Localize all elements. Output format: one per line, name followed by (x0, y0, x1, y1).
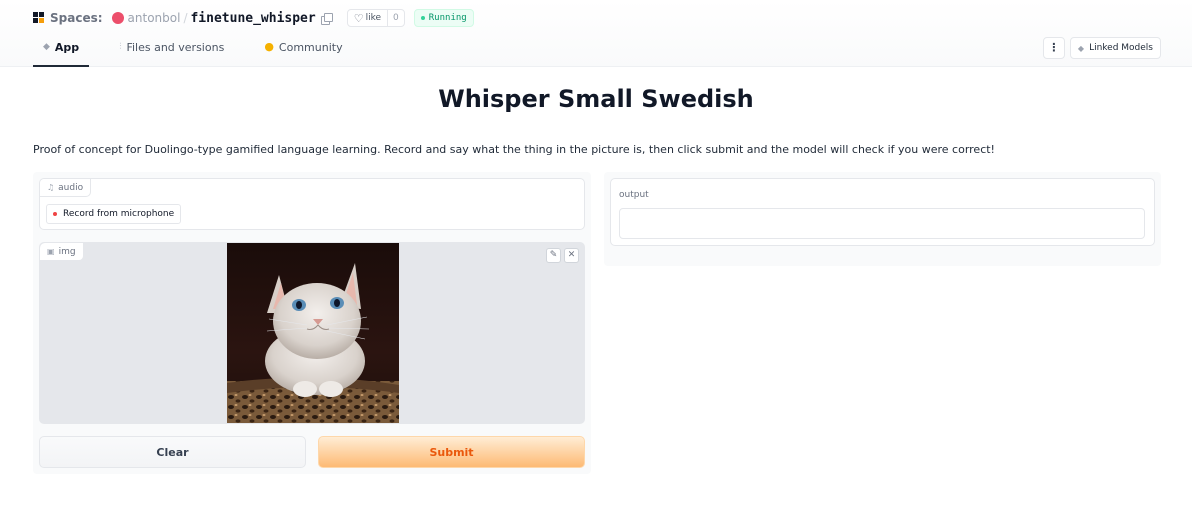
cube-icon: ◆ (43, 42, 50, 52)
like-count[interactable]: 0 (387, 10, 404, 26)
tab-app[interactable]: ◆ App (33, 38, 90, 67)
copy-icon[interactable] (320, 12, 333, 25)
status-dot-icon (420, 16, 425, 20)
clear-button[interactable]: Clear (39, 436, 306, 468)
space-tabs: ◆ App ⫶ Files and versions ● Community (33, 38, 373, 67)
page-title: Whisper Small Swedish (438, 85, 754, 113)
record-from-microphone-button[interactable]: Record from microphone (46, 204, 182, 224)
spaces-logo-icon (33, 12, 45, 24)
audio-label: ♫ audio (40, 179, 92, 197)
linked-models-button[interactable]: ◆ Linked Models (1069, 37, 1161, 59)
img-label: ▣ img (40, 243, 84, 261)
linked-models-label: Linked Models (1089, 43, 1153, 53)
owner-avatar[interactable] (111, 12, 124, 24)
audio-block: ♫ audio Record from microphone (39, 178, 585, 230)
owner-link[interactable]: antonbol (128, 11, 181, 25)
more-options-button[interactable]: ⋮ (1042, 37, 1065, 59)
audio-label-text: audio (58, 182, 84, 193)
status-badge: Running (413, 9, 474, 27)
edit-icon[interactable]: ✎ (546, 248, 561, 263)
like-button[interactable]: ♡ like 0 (346, 9, 405, 27)
output-panel: output (604, 172, 1161, 266)
tab-files-and-versions[interactable]: ⫶ Files and versions (109, 38, 234, 67)
output-block: output (610, 178, 1155, 246)
repo-name-link[interactable]: finetune_whisper (190, 11, 315, 26)
img-label-text: img (58, 246, 76, 257)
input-panel: ♫ audio Record from microphone ▣ img ✎ ✕… (33, 172, 591, 474)
image-icon: ▣ (47, 247, 55, 256)
header-actions: ⋮ ◆ Linked Models (1042, 37, 1161, 59)
files-icon: ⫶ (119, 42, 122, 52)
record-dot-icon (53, 212, 57, 216)
tab-community[interactable]: ● Community (254, 38, 352, 67)
heart-icon: ♡ (353, 11, 364, 25)
close-icon[interactable]: ✕ (564, 248, 579, 263)
output-textbox[interactable] (619, 208, 1145, 239)
submit-button[interactable]: Submit (318, 436, 585, 468)
music-note-icon: ♫ (47, 183, 55, 192)
app-description: Proof of concept for Duolingo-type gamif… (33, 143, 995, 156)
breadcrumb-separator: / (183, 11, 188, 25)
space-header: Spaces: antonbol / finetune_whisper ♡ li… (0, 0, 1192, 67)
like-label: like (365, 13, 382, 23)
status-text: Running (428, 13, 467, 23)
spaces-label[interactable]: Spaces: (50, 11, 103, 25)
community-icon: ● (264, 40, 274, 53)
tab-community-label: Community (278, 41, 343, 54)
tab-app-label: App (54, 41, 80, 54)
image-block: ▣ img ✎ ✕ (39, 242, 585, 424)
record-button-label: Record from microphone (63, 209, 175, 219)
output-label: output (619, 190, 649, 200)
cube-icon: ◆ (1077, 43, 1085, 53)
space-breadcrumb: Spaces: antonbol / finetune_whisper ♡ li… (33, 9, 474, 27)
tab-files-label: Files and versions (126, 41, 225, 54)
kitten-image (227, 243, 399, 423)
